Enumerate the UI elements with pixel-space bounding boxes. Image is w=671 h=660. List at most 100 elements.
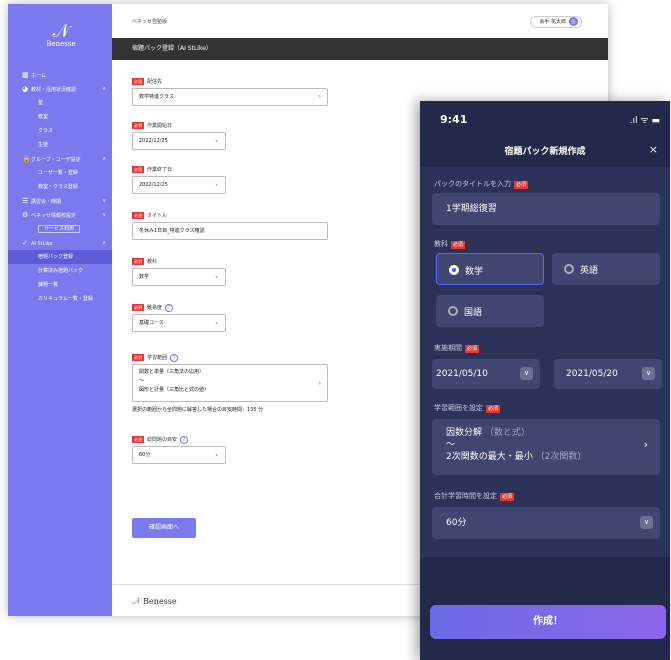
sidebar-item[interactable]: 計算済み宿題パック [8,264,112,278]
user-menu[interactable]: 会手 花太郎田 [530,16,582,28]
subject-radio-english[interactable]: 英語 [552,253,660,285]
chevron-down-icon: ∨ [642,367,655,380]
title-input[interactable]: 冬休み1日目_特進クラス確認 [132,222,328,240]
sidebar-item-label: グループ・ユーザ設定 [31,157,81,163]
sidebar-item[interactable]: ▦ ホーム [8,68,112,82]
sidebar-item[interactable]: ⚙ ベネッセ情報校設定 ∨ [8,208,112,222]
total-time-select[interactable]: 60分 ∨ [432,507,660,539]
sidebar-item[interactable]: クラス [8,124,112,138]
help-icon[interactable]: ? [165,304,174,312]
sidebar-item-label: 宿題パック登録 [38,254,74,260]
sidebar-item[interactable]: 教室 [8,110,112,124]
nav-icon: 🔒 [22,155,31,163]
time-select[interactable]: 60分 ∨ [132,446,226,464]
close-icon[interactable]: × [649,143,658,156]
sidebar-item[interactable]: 🔒グループ・ユーザ設定 ∧ [8,152,112,166]
create-button[interactable]: 作成！ [430,605,666,639]
avatar: 田 [569,17,578,26]
range-select[interactable]: 因数分解 （数と式） 〜 2次関数の最大・最小 （2次関数） › [432,419,660,475]
mobile-title: 宿題パック新規作成 [504,147,586,157]
pack-title-input[interactable]: 1学期総復習 [432,193,660,225]
period-label: 実施期間 必須 [434,344,480,353]
sidebar-item[interactable]: 塾 [8,96,112,110]
sidebar-item-label: サービス利用 [38,225,81,233]
sidebar-item-label: ホーム [31,73,46,79]
sidebar-item[interactable]: 宿題パック登録 [8,250,112,264]
mobile-action-area: 作成！ [420,557,670,660]
total-time-label: 合計学習時間を設定 必須 [434,492,515,501]
signal-wifi-battery-icon: .ıl ᯤ ▬ [629,116,660,126]
chevron-icon: ∨ [102,198,106,204]
chevron-right-icon: › [318,380,321,387]
page-title: 宿題パック登録（AI StLike） [112,38,608,60]
sidebar-item-label: 教室・クラス登録 [38,184,78,190]
chevron-down-icon: ∨ [215,320,218,325]
sidebar-item[interactable]: ◕ 教材・活用状況確認 ∧ [8,82,112,96]
sidebar-item-label: 講習会・時期 [31,199,62,205]
organization-name: ベネッセ自塾版 [132,19,168,25]
chevron-down-icon: ∨ [520,367,533,380]
nav-icon: ◕ [22,85,29,93]
nav-icon: ✓ [22,239,28,247]
subject-label: 教科 必須 [434,240,466,249]
sidebar-item-label: AI StLike [31,241,53,247]
chevron-down-icon: ∨ [640,516,653,529]
confirm-button[interactable]: 確認画面へ [132,518,196,538]
logo-mark-icon: 𝒩 [52,21,70,42]
sidebar-item[interactable]: 生徒 [8,138,112,152]
sidebar-nav: ▦ ホーム ◕ 教材・活用状況確認 ∧ 塾教室 クラス 生徒 🔒グループ・ユーザ設定 ∧ ユーザ一覧… [8,68,112,306]
range-label: 学習範囲を設定 必須 [434,404,501,413]
nav-icon: ▦ [22,71,29,79]
time-label: 必須 総問題の目安? [132,436,189,444]
sidebar-item[interactable]: ☰ 講習会・時期 ∨ [8,194,112,208]
chevron-down-icon: ∨ [215,452,218,457]
start-date-select[interactable]: 2022/12/25 ∨ [132,132,226,150]
subject-select[interactable]: 数学 ∨ [132,268,226,286]
top-bar: ベネッセ自塾版 会手 花太郎田 [112,4,608,38]
period-start-select[interactable]: 2021/05/10 ∨ [432,359,540,389]
sidebar-item[interactable]: 教室・クラス登録 [8,180,112,194]
chevron-icon: ∧ [102,156,106,162]
chevron-right-icon: › [643,438,648,451]
course-select[interactable]: 基礎コース ∨ [132,314,226,332]
range-note: 選択の範囲から全問題に解答した場合の目安時間：135 分 [132,407,264,413]
mobile-screen: 9:41 .ıl ᯤ ▬ 宿題パック新規作成 × パックのタイトルを入力 必須 1… [420,101,670,660]
status-time: 9:41 [440,113,468,126]
target-select[interactable]: 数学特進クラス › [132,88,328,106]
mobile-header: 宿題パック新規作成 × [420,133,670,167]
sidebar-item-label: 塾 [38,100,44,106]
chevron-down-icon: ∨ [215,274,218,279]
sidebar-item-label: 計算済み宿題パック [38,268,84,274]
subject-radio-math[interactable]: 数学 [436,253,544,285]
end-date-select[interactable]: 2022/12/25 ∨ [132,176,226,194]
title-label: 必須 タイトル [132,212,168,219]
range-label: 必須 学習範囲? [132,354,179,362]
sidebar-item-label: 生徒 [38,142,49,148]
subject-radio-japanese[interactable]: 国語 [436,295,544,327]
course-label: 必須 難易度? [132,304,174,312]
required-badge: 必須 [514,181,529,189]
chevron-down-icon: ∨ [215,138,218,143]
sidebar-item[interactable]: ✓ AI StLike ∧ [8,236,112,250]
help-icon[interactable]: ? [170,354,179,362]
sidebar-item-label: 課題一覧 [38,282,59,288]
nav-icon: ☰ [22,197,29,205]
chevron-right-icon: › [318,93,321,100]
chevron-icon: ∨ [102,212,106,218]
radio-unselected-icon [448,306,458,316]
period-end-select[interactable]: 2021/05/20 ∨ [554,359,662,389]
sidebar-item[interactable]: 課題一覧 [8,278,112,292]
sidebar-item[interactable]: カリキュラム一覧・登録 [8,292,112,306]
sidebar-item-label: 教材・活用状況確認 [31,87,77,93]
help-icon[interactable]: ? [180,436,189,444]
target-label: 必須 配信先 [132,78,163,85]
mobile-form: パックのタイトルを入力 必須 1学期総復習 教科 必須 数学 英語 国語 実施期間必… [420,167,670,557]
radio-unselected-icon [564,264,574,274]
status-bar: 9:41 .ıl ᯤ ▬ [420,101,670,133]
range-select[interactable]: 関数と単量（三角法の応用） 〜 図形と計量（三角比と式の値） › [132,364,328,402]
logo-mark-icon: 𝒩 [132,597,141,607]
sidebar-item[interactable]: ユーザ一覧・登録 [8,166,112,180]
sidebar-item-label: カリキュラム一覧・登録 [38,296,93,302]
sidebar-item[interactable]: サービス利用 [8,222,112,236]
nav-icon: ⚙ [22,211,29,219]
